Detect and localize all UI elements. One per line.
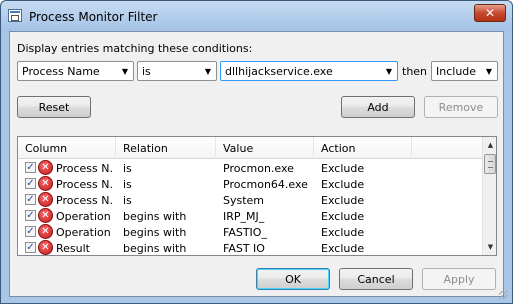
row-action: Exclude [321,177,365,191]
row-column: Operation [56,225,111,239]
apply-button[interactable]: Apply [422,268,496,290]
exclude-icon: ✕ [38,224,53,239]
exclude-icon: ✕ [38,192,53,207]
chevron-down-icon: ▼ [385,66,393,76]
then-label: then [402,65,428,78]
chevron-down-icon: ▼ [485,66,493,76]
conditions-prompt: Display entries matching these condition… [17,42,253,55]
table-row[interactable]: ✓ ✕ Operation begins with FASTIO_ Exclud… [18,224,482,240]
close-button[interactable]: ✕ [474,4,506,22]
window-title: Process Monitor Filter [29,10,158,24]
relation-select-value: is [142,64,151,78]
action-select-value: Include [436,64,477,78]
row-relation: is [123,161,132,175]
row-column: Process N... [56,161,114,175]
vertical-scrollbar[interactable]: ▲ ▼ [482,137,496,255]
filter-dialog: Process Monitor Filter ✕ Display entries… [0,0,513,304]
remove-button[interactable]: Remove [424,96,498,118]
enabled-checkbox[interactable]: ✓ [25,162,36,173]
row-relation: begins with [123,241,187,255]
add-button[interactable]: Add [341,96,415,118]
row-column: Result [56,241,90,255]
row-value: IRP_MJ_ [223,209,265,223]
row-column: Process N... [56,193,114,207]
dialog-client-area: Display entries matching these condition… [9,31,504,297]
row-action: Exclude [321,241,365,255]
row-column: Process N... [56,177,114,191]
row-action: Exclude [321,193,365,207]
exclude-icon: ✕ [38,176,53,191]
column-header-relation[interactable]: Relation [116,137,216,159]
scroll-down-icon[interactable]: ▼ [483,239,496,255]
reset-button[interactable]: Reset [17,96,91,118]
scrollbar-thumb[interactable] [484,154,496,174]
column-select-value: Process Name [22,64,100,78]
enabled-checkbox[interactable]: ✓ [25,210,36,221]
title-bar[interactable]: Process Monitor Filter ✕ [1,1,512,31]
row-relation: is [123,177,132,191]
action-select[interactable]: Include ▼ [431,61,498,81]
enabled-checkbox[interactable]: ✓ [25,242,36,253]
resize-grip[interactable] [499,291,507,299]
row-value: Procmon64.exe [223,177,308,191]
row-value: System [223,193,265,207]
column-select[interactable]: Process Name ▼ [17,61,134,81]
enabled-checkbox[interactable]: ✓ [25,178,36,189]
enabled-checkbox[interactable]: ✓ [25,226,36,237]
ok-button[interactable]: OK [256,268,330,290]
row-action: Exclude [321,161,365,175]
exclude-icon: ✕ [38,240,53,255]
filter-window-icon [8,9,22,22]
row-action: Exclude [321,209,365,223]
chevron-down-icon: ▼ [121,66,129,76]
column-header-column[interactable]: Column [18,137,116,159]
value-combo-input[interactable]: dllhijackservice.exe ▼ [220,61,398,81]
scroll-up-icon[interactable]: ▲ [483,137,496,153]
row-value: FAST IO [223,241,265,255]
value-input-text: dllhijackservice.exe [225,64,333,78]
table-row[interactable]: ✓ ✕ Process N... is System Exclude [18,192,482,208]
row-column: Operation [56,209,111,223]
filter-rules-table[interactable]: Column Relation Value Action ✓ ✕ Process… [17,136,497,256]
table-header: Column Relation Value Action [18,137,482,159]
table-row[interactable]: ✓ ✕ Operation begins with IRP_MJ_ Exclud… [18,208,482,224]
table-row[interactable]: ✓ ✕ Result begins with FAST IO Exclude [18,240,482,255]
column-header-value[interactable]: Value [216,137,314,159]
relation-select[interactable]: is ▼ [137,61,217,81]
exclude-icon: ✕ [38,160,53,175]
row-action: Exclude [321,225,365,239]
cancel-button[interactable]: Cancel [339,268,413,290]
table-row[interactable]: ✓ ✕ Process N... is Procmon.exe Exclude [18,160,482,176]
row-value: FASTIO_ [223,225,267,239]
row-relation: is [123,193,132,207]
exclude-icon: ✕ [38,208,53,223]
chevron-down-icon: ▼ [204,66,212,76]
row-relation: begins with [123,225,187,239]
column-header-action[interactable]: Action [314,137,412,159]
table-row[interactable]: ✓ ✕ Process N... is Procmon64.exe Exclud… [18,176,482,192]
row-value: Procmon.exe [223,161,294,175]
enabled-checkbox[interactable]: ✓ [25,194,36,205]
row-relation: begins with [123,209,187,223]
